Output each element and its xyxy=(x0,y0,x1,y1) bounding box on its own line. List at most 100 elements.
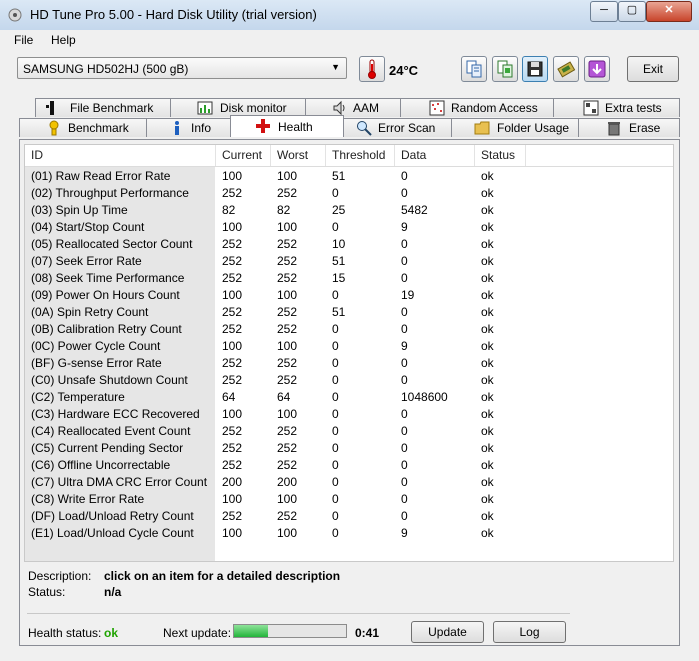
download-button[interactable] xyxy=(584,56,610,82)
table-cell-worst: 252 xyxy=(277,424,298,438)
table-cell-worst: 100 xyxy=(277,288,298,302)
table-row[interactable]: (C7) Ultra DMA CRC Error Count 200 200 0 0 ok xyxy=(25,474,673,491)
table-row[interactable]: (DF) Load/Unload Retry Count 252 252 0 0 ok xyxy=(25,508,673,525)
table-cell-id: (02) Throughput Performance xyxy=(31,186,189,200)
copy-screenshot-button[interactable] xyxy=(492,56,518,82)
table-row[interactable]: (01) Raw Read Error Rate 100 100 51 0 ok xyxy=(25,168,673,185)
table-row[interactable]: (C3) Hardware ECC Recovered 100 100 0 0 ok xyxy=(25,406,673,423)
table-row[interactable]: (08) Seek Time Performance 252 252 15 0 ok xyxy=(25,270,673,287)
table-cell-status: ok xyxy=(481,356,494,370)
table-cell-threshold: 0 xyxy=(332,288,339,302)
extra-tests-icon xyxy=(583,100,599,116)
menu-file[interactable]: File xyxy=(14,33,33,47)
tab-extra-tests[interactable]: Extra tests xyxy=(553,98,680,117)
table-row[interactable]: (0A) Spin Retry Count 252 252 51 0 ok xyxy=(25,304,673,321)
table-cell-threshold: 15 xyxy=(332,271,346,285)
tab-random-access[interactable]: Random Access xyxy=(400,98,554,117)
table-cell-status: ok xyxy=(481,373,494,387)
tab-label: Folder Usage xyxy=(497,121,570,135)
description-value: click on an item for a detailed descript… xyxy=(104,569,341,583)
column-header-worst[interactable]: Worst xyxy=(271,145,326,166)
table-cell-current: 252 xyxy=(222,305,243,319)
disk-selector[interactable]: SAMSUNG HD502HJ (500 gB) ▼ xyxy=(17,57,347,79)
table-cell-threshold: 0 xyxy=(332,407,339,421)
info-icon xyxy=(175,121,179,135)
table-cell-current: 100 xyxy=(222,169,243,183)
temperature-button[interactable] xyxy=(359,56,385,82)
table-cell-status: ok xyxy=(481,186,494,200)
tab-info[interactable]: Info xyxy=(146,118,231,137)
table-cell-id: (C8) Write Error Rate xyxy=(31,492,145,506)
tab-benchmark[interactable]: Benchmark xyxy=(19,118,147,137)
update-button[interactable]: Update xyxy=(411,621,484,643)
table-row[interactable]: (BF) G-sense Error Rate 252 252 0 0 ok xyxy=(25,355,673,372)
column-header-status[interactable]: Status xyxy=(475,145,526,166)
column-header-current[interactable]: Current xyxy=(216,145,271,166)
tab-file-benchmark[interactable]: File Benchmark xyxy=(35,98,171,117)
table-row[interactable]: (05) Reallocated Sector Count 252 252 10 0 ok xyxy=(25,236,673,253)
table-cell-id: (0A) Spin Retry Count xyxy=(31,305,149,319)
table-row[interactable]: (C2) Temperature 64 64 0 1048600 ok xyxy=(25,389,673,406)
column-header-id[interactable]: ID xyxy=(25,145,216,166)
close-button[interactable]: ✕ xyxy=(646,1,692,22)
exit-button[interactable]: Exit xyxy=(627,56,679,82)
maximize-button[interactable]: ▢ xyxy=(618,1,646,22)
tab-folder-usage[interactable]: Folder Usage xyxy=(451,118,579,137)
column-header-data[interactable]: Data xyxy=(395,145,475,166)
table-row[interactable]: (03) Spin Up Time 82 82 25 5482 ok xyxy=(25,202,673,219)
table-row[interactable]: (02) Throughput Performance 252 252 0 0 ok xyxy=(25,185,673,202)
table-cell-id: (09) Power On Hours Count xyxy=(31,288,180,302)
table-cell-worst: 252 xyxy=(277,458,298,472)
table-cell-threshold: 51 xyxy=(332,254,346,268)
table-cell-current: 100 xyxy=(222,526,243,540)
table-cell-id: (C5) Current Pending Sector xyxy=(31,441,184,455)
table-cell-threshold: 0 xyxy=(332,339,339,353)
table-cell-current: 100 xyxy=(222,220,243,234)
log-button[interactable]: Log xyxy=(493,621,566,643)
temperature-value: 24°C xyxy=(389,63,419,78)
table-cell-data: 0 xyxy=(401,254,408,268)
minimize-button[interactable]: ─ xyxy=(590,1,618,22)
options-icon xyxy=(557,61,576,78)
next-update-label: Next update: xyxy=(163,626,232,640)
table-row[interactable]: (04) Start/Stop Count 100 100 0 9 ok xyxy=(25,219,673,236)
table-row[interactable]: (0C) Power Cycle Count 100 100 0 9 ok xyxy=(25,338,673,355)
menu-help[interactable]: Help xyxy=(51,33,76,47)
table-cell-data: 9 xyxy=(401,339,408,353)
column-header-threshold[interactable]: Threshold xyxy=(326,145,395,166)
table-cell-threshold: 0 xyxy=(332,475,339,489)
options-button[interactable] xyxy=(553,56,579,82)
table-cell-current: 64 xyxy=(222,390,236,404)
table-row[interactable]: (0B) Calibration Retry Count 252 252 0 0 ok xyxy=(25,321,673,338)
table-row[interactable]: (C5) Current Pending Sector 252 252 0 0 ok xyxy=(25,440,673,457)
tab-error-scan[interactable]: Error Scan xyxy=(343,118,452,137)
table-row[interactable]: (09) Power On Hours Count 100 100 0 19 ok xyxy=(25,287,673,304)
table-row[interactable]: (C4) Reallocated Event Count 252 252 0 0 ok xyxy=(25,423,673,440)
table-cell-data: 0 xyxy=(401,407,408,421)
table-cell-threshold: 0 xyxy=(332,220,339,234)
table-row[interactable]: (C6) Offline Uncorrectable 252 252 0 0 ok xyxy=(25,457,673,474)
table-cell-threshold: 0 xyxy=(332,441,339,455)
table-cell-data: 0 xyxy=(401,356,408,370)
progress-fill xyxy=(234,625,268,637)
tab-label: Benchmark xyxy=(68,121,129,135)
tab-health[interactable]: Health xyxy=(230,115,344,137)
smart-attributes-table[interactable]: ID Current Worst Threshold Data Status (… xyxy=(24,144,674,562)
table-row[interactable]: (07) Seek Error Rate 252 252 51 0 ok xyxy=(25,253,673,270)
table-cell-status: ok xyxy=(481,169,494,183)
copy-info-button[interactable] xyxy=(461,56,487,82)
chevron-down-icon: ▼ xyxy=(331,62,340,72)
table-cell-threshold: 51 xyxy=(332,169,346,183)
table-cell-status: ok xyxy=(481,475,494,489)
table-row[interactable]: (C0) Unsafe Shutdown Count 252 252 0 0 ok xyxy=(25,372,673,389)
save-button[interactable] xyxy=(522,56,548,82)
table-row[interactable]: (C8) Write Error Rate 100 100 0 0 ok xyxy=(25,491,673,508)
tab-erase[interactable]: Erase xyxy=(578,118,680,137)
countdown-value: 0:41 xyxy=(355,626,380,640)
table-row[interactable]: (E1) Load/Unload Cycle Count 100 100 0 9 ok xyxy=(25,525,673,542)
table-cell-id: (C4) Reallocated Event Count xyxy=(31,424,191,438)
table-cell-worst: 252 xyxy=(277,356,298,370)
speaker-icon xyxy=(333,100,345,116)
table-cell-data: 0 xyxy=(401,458,408,472)
table-cell-current: 252 xyxy=(222,271,243,285)
